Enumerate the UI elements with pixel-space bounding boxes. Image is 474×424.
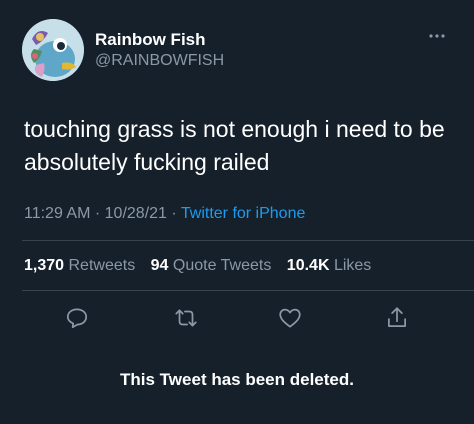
likes-label: Likes	[333, 257, 372, 274]
rainbow-fish-avatar-icon	[22, 19, 84, 81]
retweets-count: 1,370	[24, 257, 65, 274]
meta-separator: ·	[94, 205, 101, 222]
retweets-label: Retweets	[68, 257, 136, 274]
divider	[22, 240, 474, 241]
tweet-meta: 11:29 AM · 10/28/21 · Twitter for iPhone	[24, 205, 305, 223]
user-handle[interactable]: @RAINBOWFISH	[95, 52, 224, 70]
heart-icon	[279, 308, 301, 328]
share-button[interactable]	[380, 301, 414, 335]
quote-tweets-count: 94	[150, 257, 169, 274]
like-button[interactable]	[273, 301, 307, 335]
meta-separator: ·	[171, 205, 177, 222]
tweet-stats: 1,370 Retweets 94 Quote Tweets 10.4K Lik…	[24, 257, 382, 275]
display-name[interactable]: Rainbow Fish	[95, 30, 206, 50]
tweet-text: touching grass is not enough i need to b…	[24, 116, 445, 175]
retweet-icon	[175, 309, 197, 327]
share-icon	[388, 307, 406, 327]
likes-count: 10.4K	[286, 257, 330, 274]
tweet-source-link[interactable]: Twitter for iPhone	[181, 205, 306, 222]
divider	[22, 290, 474, 291]
quote-tweets-label: Quote Tweets	[172, 257, 272, 274]
more-menu-button[interactable]	[420, 26, 454, 46]
quote-tweets-stat[interactable]: 94 Quote Tweets	[151, 257, 272, 274]
reply-button[interactable]	[60, 301, 94, 335]
retweets-stat[interactable]: 1,370 Retweets	[24, 257, 135, 274]
likes-stat[interactable]: 10.4K Likes	[287, 257, 372, 274]
retweet-button[interactable]	[169, 301, 203, 335]
comment-icon	[66, 308, 88, 329]
avatar[interactable]	[22, 19, 84, 81]
tweet-time[interactable]: 11:29 AM	[24, 205, 90, 222]
tweet-date[interactable]: 10/28/21	[105, 205, 167, 222]
deleted-notice: This Tweet has been deleted.	[120, 370, 354, 389]
more-dots-icon	[429, 34, 445, 38]
